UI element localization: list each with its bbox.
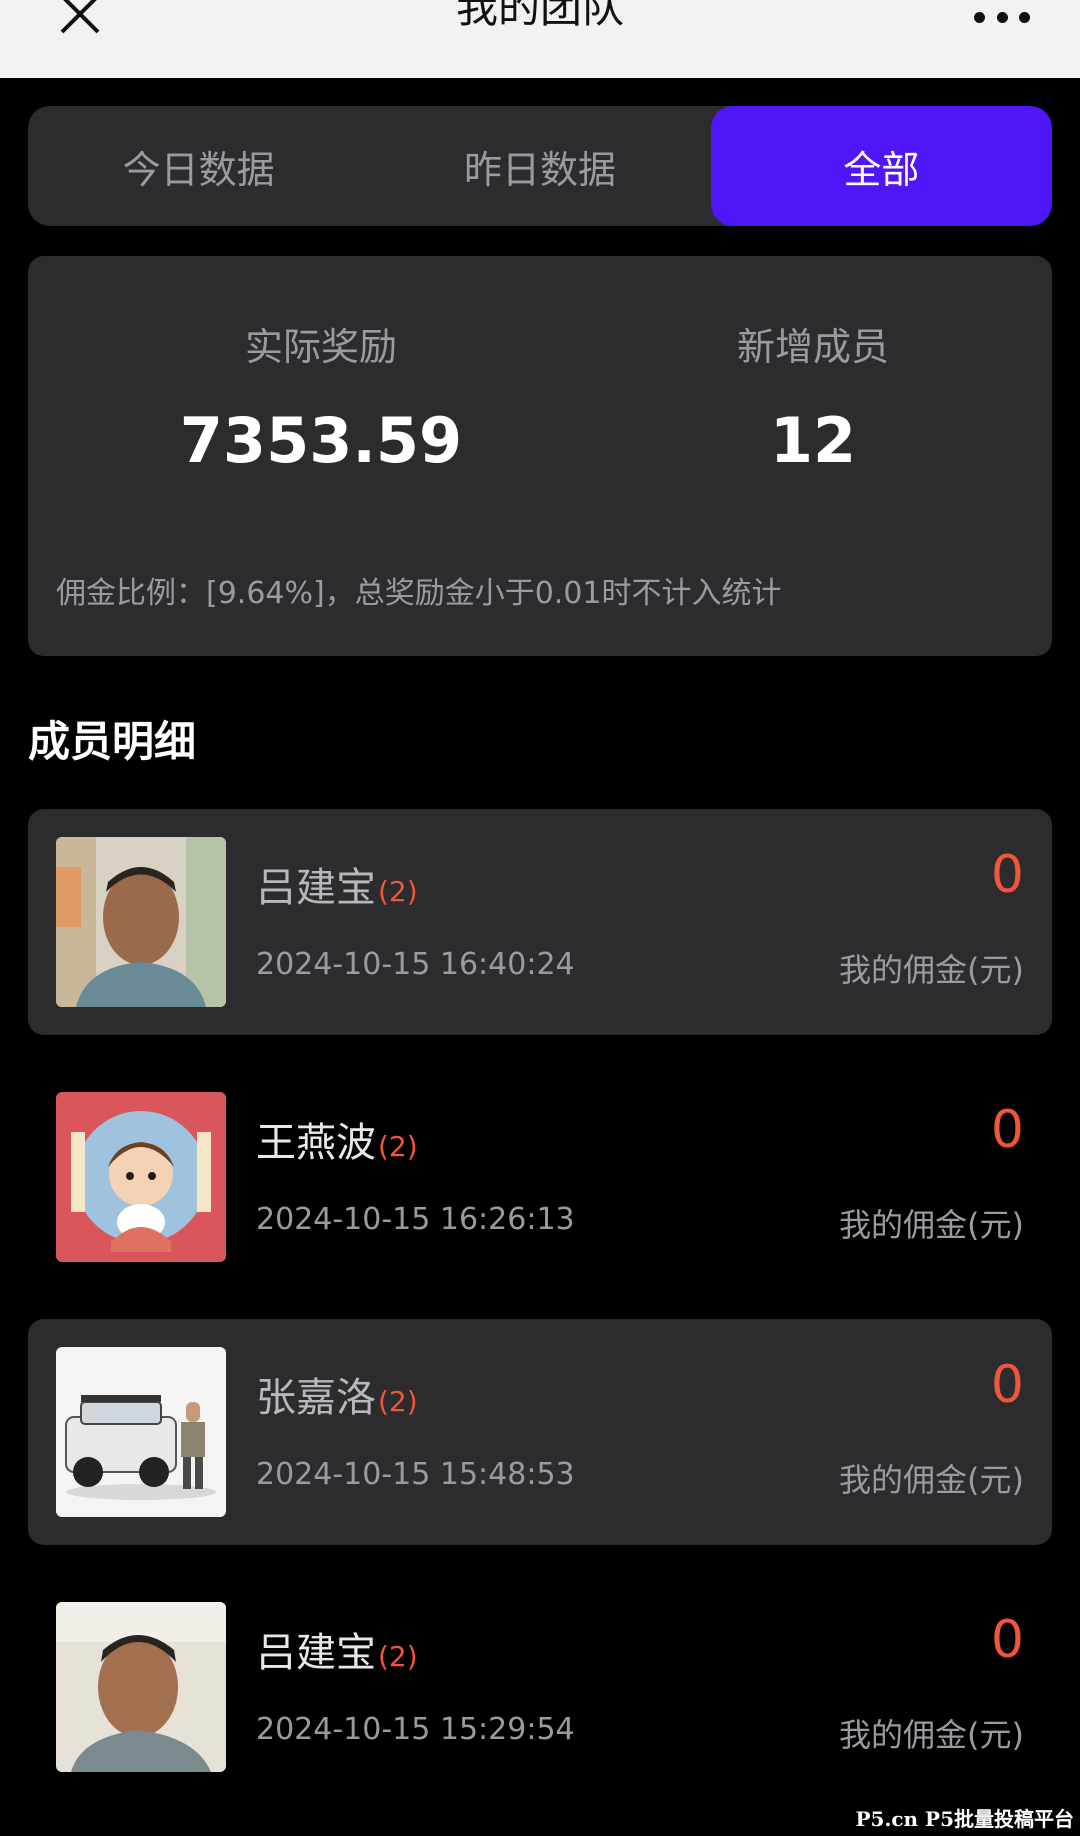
member-count: (2) bbox=[378, 875, 418, 908]
avatar bbox=[56, 1602, 226, 1772]
avatar bbox=[56, 1092, 226, 1262]
member-commission-label: 我的佣金(元) bbox=[839, 1716, 1024, 1754]
member-commission-label: 我的佣金(元) bbox=[839, 1461, 1024, 1499]
avatar bbox=[56, 837, 226, 1007]
member-commission: 0 bbox=[990, 1355, 1024, 1415]
summary-card: 实际奖励 7353.59 新增成员 12 佣金比例：[9.64%]，总奖励金小于… bbox=[28, 256, 1052, 656]
avatar bbox=[56, 1347, 226, 1517]
member-count: (2) bbox=[378, 1130, 418, 1163]
new-members-label: 新增成员 bbox=[736, 325, 889, 369]
member-name-line: 张嘉洛(2) bbox=[256, 1365, 418, 1423]
top-nav-bar: 我的团队 bbox=[0, 0, 1080, 78]
member-row[interactable]: 吕建宝(2) 2024-10-15 16:40:24 0 我的佣金(元) bbox=[28, 809, 1052, 1035]
member-name-line: 王燕波(2) bbox=[256, 1110, 418, 1168]
reward-value: 7353.59 bbox=[179, 404, 463, 477]
page-title: 我的团队 bbox=[455, 0, 624, 32]
new-members-value: 12 bbox=[769, 404, 857, 477]
member-commission: 0 bbox=[990, 845, 1024, 905]
watermark: P5.cn P5批量投稿平台 bbox=[855, 1807, 1074, 1831]
member-row[interactable]: 张嘉洛(2) 2024-10-15 15:48:53 0 我的佣金(元) bbox=[28, 1319, 1052, 1545]
member-name: 吕建宝 bbox=[256, 865, 376, 911]
more-dot bbox=[996, 11, 1008, 23]
commission-note: 佣金比例：[9.64%]，总奖励金小于0.01时不计入统计 bbox=[56, 576, 782, 611]
member-name-line: 吕建宝(2) bbox=[256, 1620, 418, 1678]
more-icon[interactable] bbox=[974, 10, 1030, 24]
more-dot bbox=[974, 11, 985, 23]
member-name-line: 吕建宝(2) bbox=[256, 855, 418, 913]
member-name: 张嘉洛 bbox=[256, 1375, 376, 1421]
member-time: 2024-10-15 16:26:13 bbox=[256, 1202, 575, 1237]
member-time: 2024-10-15 15:29:54 bbox=[256, 1712, 575, 1747]
my-team-page: 我的团队 今日数据 昨日数据 全部 实际奖励 7353.59 新增成员 12 佣… bbox=[0, 0, 1080, 1836]
period-tabs: 今日数据 昨日数据 全部 bbox=[28, 106, 1052, 226]
member-commission-label: 我的佣金(元) bbox=[839, 1206, 1024, 1244]
reward-label: 实际奖励 bbox=[244, 325, 397, 369]
tab-today[interactable]: 今日数据 bbox=[28, 106, 369, 226]
member-count: (2) bbox=[378, 1640, 418, 1673]
tab-all[interactable]: 全部 bbox=[710, 106, 1052, 226]
more-dot bbox=[1019, 11, 1030, 23]
section-title: 成员明细 bbox=[28, 717, 197, 766]
member-row[interactable]: 吕建宝(2) 2024-10-15 15:29:54 0 我的佣金(元) bbox=[28, 1574, 1052, 1800]
tab-yesterday[interactable]: 昨日数据 bbox=[369, 106, 710, 226]
member-commission: 0 bbox=[990, 1610, 1024, 1670]
member-time: 2024-10-15 16:40:24 bbox=[256, 947, 575, 982]
member-commission-label: 我的佣金(元) bbox=[839, 951, 1024, 989]
member-time: 2024-10-15 15:48:53 bbox=[256, 1457, 575, 1492]
member-count: (2) bbox=[378, 1385, 418, 1418]
member-name: 吕建宝 bbox=[256, 1630, 376, 1676]
member-commission: 0 bbox=[990, 1100, 1024, 1160]
member-row[interactable]: 王燕波(2) 2024-10-15 16:26:13 0 我的佣金(元) bbox=[28, 1064, 1052, 1290]
member-name: 王燕波 bbox=[256, 1120, 376, 1166]
